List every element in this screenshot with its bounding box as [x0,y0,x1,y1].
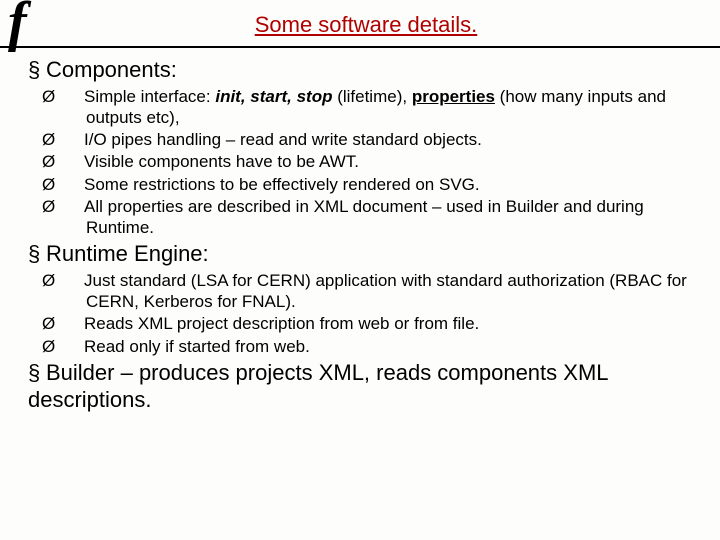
arrow-icon: Ø [64,174,84,195]
arrow-icon: Ø [64,86,84,107]
arrow-icon: Ø [64,196,84,217]
list-item: ØReads XML project description from web … [64,313,692,334]
arrow-icon: Ø [64,270,84,291]
arrow-icon: Ø [64,313,84,334]
arrow-icon: Ø [64,336,84,357]
list-item: ØAll properties are described in XML doc… [64,196,692,239]
bullet-icon: § [28,240,46,268]
text: Some restrictions to be effectively rend… [84,175,480,194]
list-item: ØVisible components have to be AWT. [64,151,692,172]
text-bold-italic: init, start, stop [215,87,337,106]
text: Read only if started from web. [84,337,310,356]
text-part: (lifetime), [337,87,412,106]
heading-text: Runtime Engine: [46,241,209,266]
section-heading: §Runtime Engine: [28,240,692,268]
text: Just standard (LSA for CERN) application… [84,271,687,311]
text-part: Simple interface: [84,87,215,106]
list-item: ØJust standard (LSA for CERN) applicatio… [64,270,692,313]
slide: f Some software details. §Components: ØS… [0,0,720,414]
content: §Components: ØSimple interface: init, st… [0,48,720,414]
text: I/O pipes handling – read and write stan… [84,130,482,149]
heading-text: Components: [46,57,177,82]
text-bold-underline: properties [412,87,495,106]
section-heading: §Builder – produces projects XML, reads … [28,359,692,414]
logo: f [8,2,52,42]
list-item: ØSimple interface: init, start, stop (li… [64,86,692,129]
header: f Some software details. [0,0,720,48]
bullet-icon: § [28,359,46,387]
slide-title: Some software details. [52,2,720,38]
bullet-icon: § [28,56,46,84]
text: All properties are described in XML docu… [84,197,644,237]
heading-text: Builder – produces projects XML, reads c… [28,360,608,413]
arrow-icon: Ø [64,151,84,172]
section-heading: §Components: [28,56,692,84]
list-item: ØI/O pipes handling – read and write sta… [64,129,692,150]
text: Reads XML project description from web o… [84,314,479,333]
arrow-icon: Ø [64,129,84,150]
text: Visible components have to be AWT. [84,152,359,171]
list-item: ØSome restrictions to be effectively ren… [64,174,692,195]
list-item: ØRead only if started from web. [64,336,692,357]
